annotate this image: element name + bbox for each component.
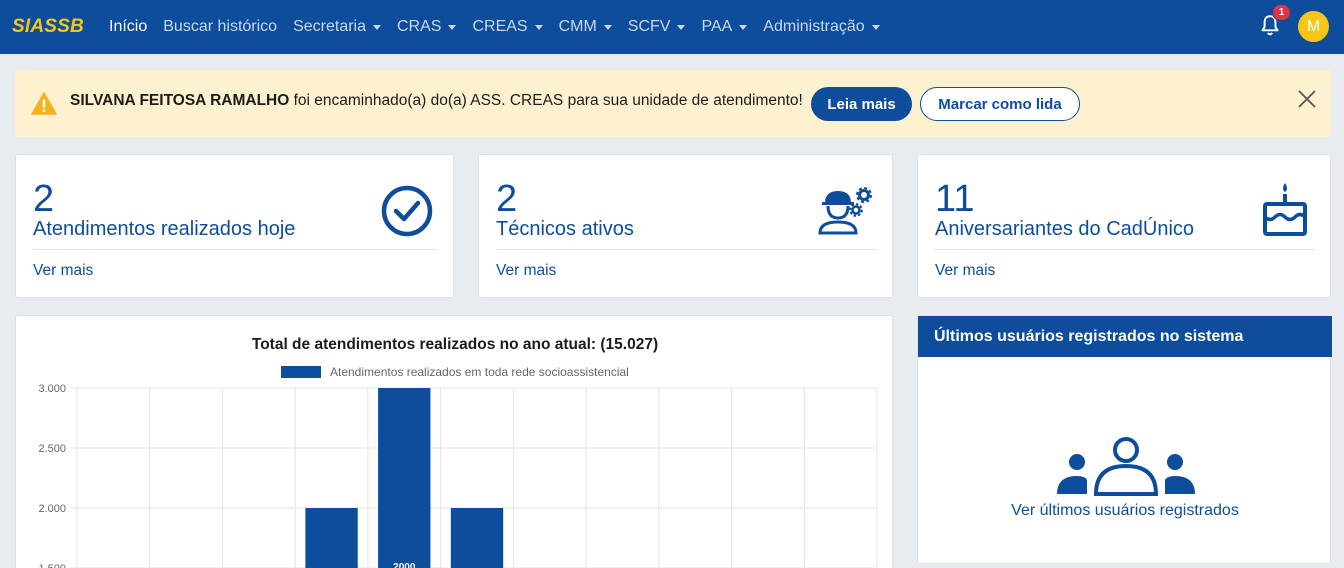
- nav-item-4[interactable]: CREAS: [464, 0, 550, 54]
- nav-item-label: CMM: [558, 18, 597, 35]
- users-group-icon: [1057, 437, 1195, 496]
- notification-badge: 1: [1272, 4, 1291, 21]
- chart-bar: [450, 508, 504, 568]
- stat-value: 2: [33, 178, 55, 220]
- engineer-gears-icon: [818, 187, 872, 235]
- close-icon[interactable]: [1297, 89, 1317, 109]
- birthday-cake-icon: [1263, 183, 1307, 236]
- nav-item-3[interactable]: CRAS: [389, 0, 464, 54]
- see-latest-users-link[interactable]: Ver últimos usuários registrados: [918, 502, 1332, 520]
- bar-chart: 3.000 2.500 2.000 1.500 2000: [38, 383, 878, 568]
- caret-down-icon: [739, 25, 748, 30]
- nav-item-2[interactable]: Secretaria: [285, 0, 389, 54]
- stat-card-birthdays: 11 Aniversariantes do CadÚnico Ver mais: [917, 154, 1331, 298]
- nav-item-label: Buscar histórico: [163, 18, 278, 35]
- divider: [496, 249, 877, 250]
- latest-users-card: Últimos usuários registrados no sistema …: [917, 315, 1332, 564]
- see-more-link[interactable]: Ver mais: [496, 262, 556, 280]
- nav-item-1[interactable]: Buscar histórico: [155, 0, 285, 54]
- latest-users-title: Últimos usuários registrados no sistema: [918, 316, 1332, 357]
- caret-down-icon: [534, 25, 543, 30]
- nav-item-label: PAA: [701, 18, 733, 35]
- stat-value: 11: [935, 178, 975, 220]
- caret-down-icon: [871, 25, 880, 30]
- warning-icon: [31, 92, 57, 115]
- caret-down-icon: [603, 25, 612, 30]
- nav-item-7[interactable]: PAA: [693, 0, 755, 54]
- see-more-link[interactable]: Ver mais: [33, 262, 93, 280]
- caret-down-icon: [677, 25, 686, 30]
- divider: [33, 249, 437, 250]
- bar-data-label: 2000: [393, 562, 416, 568]
- read-more-button[interactable]: Leia mais: [811, 87, 912, 121]
- see-more-link[interactable]: Ver mais: [935, 262, 995, 280]
- caret-down-icon: [373, 25, 381, 30]
- nav-item-0[interactable]: Início: [101, 0, 155, 54]
- nav-item-label: CRAS: [397, 18, 442, 35]
- nav-item-label: Administração: [763, 18, 865, 35]
- y-tick-label: 1.500: [38, 563, 66, 568]
- nav-item-8[interactable]: Administração: [755, 0, 887, 54]
- nav-menu: Início Buscar histórico Secretaria CRAS CREA…: [101, 0, 888, 54]
- stat-label: Técnicos ativos: [496, 218, 634, 240]
- nav-item-label: SCFV: [627, 18, 671, 35]
- stat-value: 2: [496, 178, 518, 220]
- attendances-chart-card: Total de atendimentos realizados no ano …: [15, 315, 893, 568]
- stat-card-attendances-today: 2 Atendimentos realizados hoje Ver mais: [15, 154, 454, 298]
- nav-item-5[interactable]: CMM: [551, 0, 620, 54]
- alert-person-name: SILVANA FEITOSA RAMALHO: [70, 92, 290, 109]
- brand-logo[interactable]: SIASSB: [12, 16, 101, 38]
- check-circle-icon: [381, 185, 433, 237]
- nav-item-label: Início: [109, 18, 148, 35]
- chart-bar: [305, 508, 358, 568]
- nav-item-label: CREAS: [472, 18, 528, 35]
- chart-bar: [378, 388, 431, 568]
- y-tick-label: 2.000: [38, 503, 66, 515]
- user-avatar[interactable]: M: [1298, 11, 1329, 42]
- y-tick-label: 2.500: [38, 443, 66, 455]
- stat-label: Atendimentos realizados hoje: [33, 218, 296, 240]
- alert-message-text: foi encaminhado(a) do(a) ASS. CREAS para…: [289, 92, 803, 109]
- mark-as-read-button[interactable]: Marcar como lida: [920, 87, 1080, 121]
- alert-message: SILVANA FEITOSA RAMALHO foi encaminhado(…: [70, 92, 803, 110]
- nav-item-label: Secretaria: [293, 18, 366, 35]
- caret-down-icon: [448, 25, 457, 30]
- y-tick-label: 3.000: [38, 383, 66, 395]
- notification-alert: SILVANA FEITOSA RAMALHO foi encaminhado(…: [15, 70, 1331, 137]
- stat-label: Aniversariantes do CadÚnico: [935, 218, 1195, 240]
- stat-card-active-technicians: 2 Técnicos ativos Ver mais: [478, 154, 893, 298]
- divider: [935, 249, 1315, 250]
- nav-item-6[interactable]: SCFV: [620, 0, 694, 54]
- top-navbar: SIASSB Início Buscar histórico Secretaria C…: [0, 0, 1344, 54]
